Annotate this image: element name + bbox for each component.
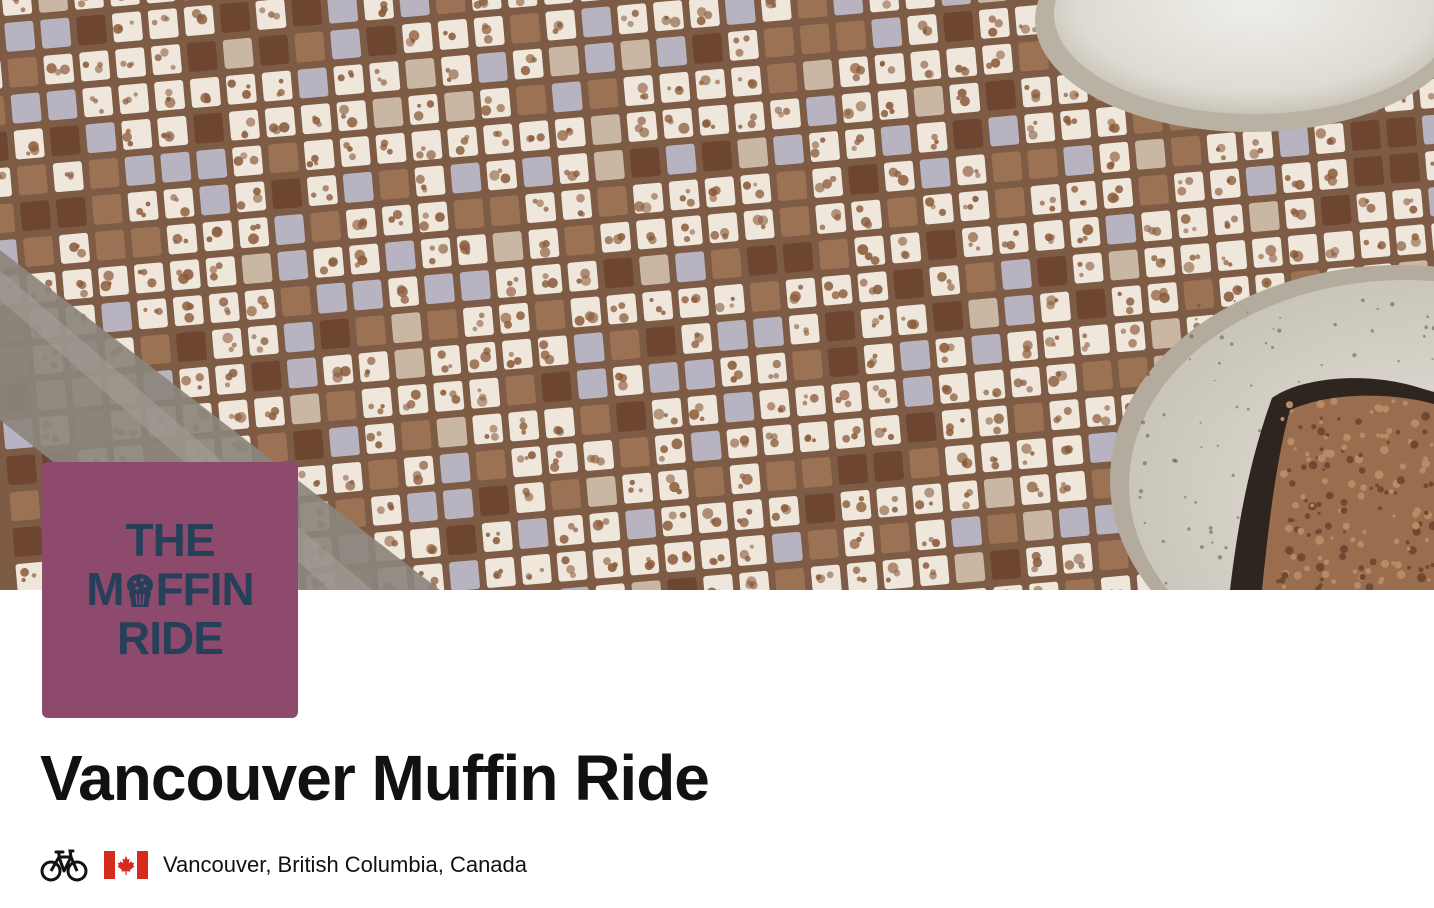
- canada-flag-icon: [104, 851, 148, 879]
- club-logo-background: THE M FFIN RIDE: [42, 462, 298, 718]
- logo-text-the: THE: [125, 514, 216, 566]
- logo-text-m: M: [86, 563, 124, 615]
- club-name-title: Vancouver Muffin Ride: [40, 742, 710, 814]
- logo-text-ffin: FFIN: [155, 563, 255, 615]
- club-location: Vancouver, British Columbia, Canada: [163, 852, 528, 877]
- logo-text-ride: RIDE: [117, 612, 224, 664]
- bicycle-icon: [40, 847, 88, 883]
- logo-text-muffin: M FFIN: [42, 566, 298, 612]
- muffin-icon: [125, 569, 155, 607]
- club-meta-row: Vancouver, British Columbia, Canada: [40, 846, 527, 884]
- club-logo: THE M FFIN RIDE: [42, 462, 298, 718]
